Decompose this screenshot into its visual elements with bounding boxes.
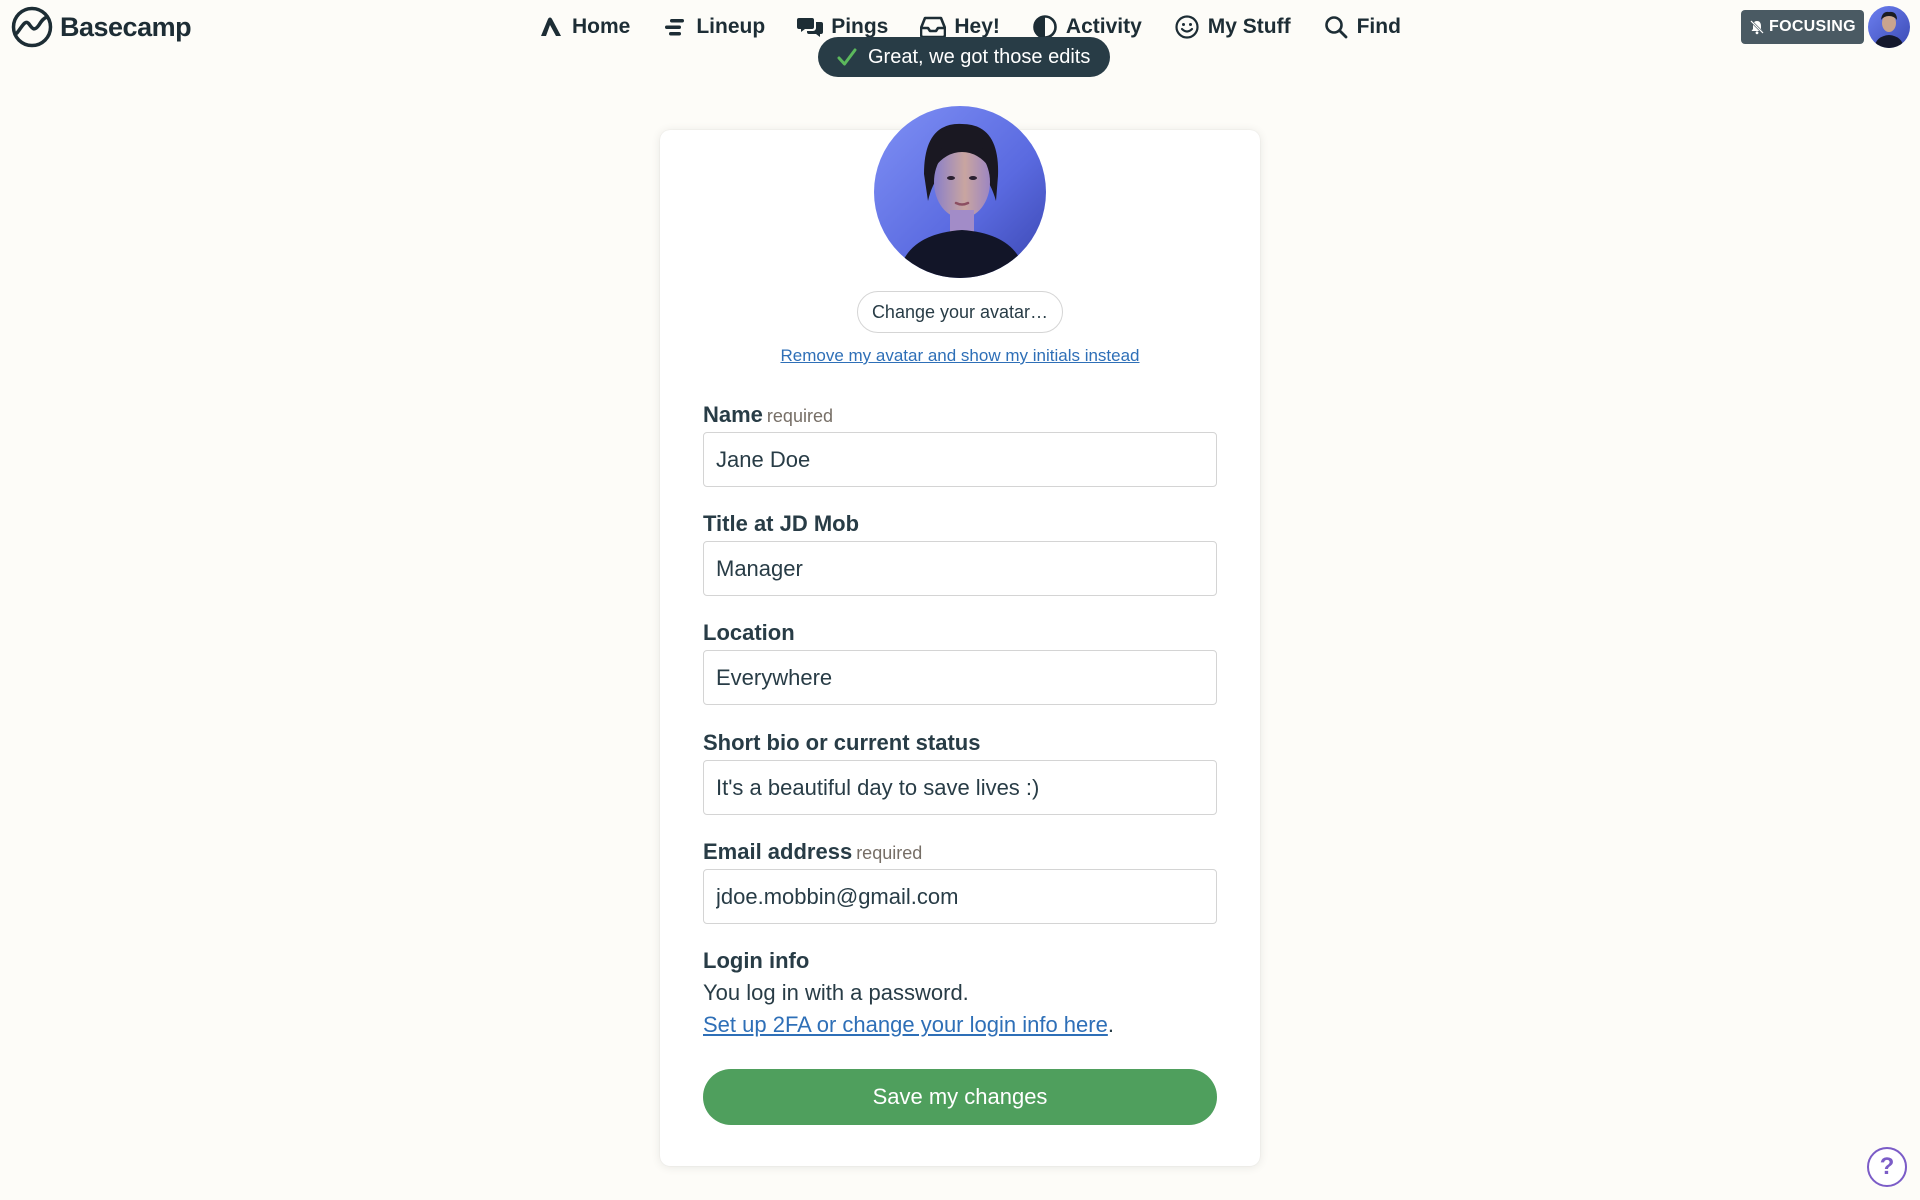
flash-message: Great, we got those edits — [868, 45, 1091, 68]
name-required-hint: required — [766, 406, 833, 426]
bio-label: Short bio or current status — [703, 730, 980, 756]
name-label: Name required — [703, 402, 833, 428]
login-info-link-line: Set up 2FA or change your login info her… — [703, 1012, 1114, 1038]
profile-avatar — [874, 106, 1046, 278]
location-field[interactable] — [703, 650, 1217, 705]
app-name: Basecamp — [60, 11, 192, 42]
change-avatar-button[interactable]: Change your avatar… — [857, 291, 1063, 333]
checkmark-icon — [837, 48, 857, 66]
user-avatar[interactable] — [1868, 6, 1910, 48]
nav-lineup-label: Lineup — [696, 15, 766, 38]
pings-icon — [797, 18, 824, 37]
help-button[interactable]: ? — [1867, 1147, 1907, 1187]
save-button[interactable]: Save my changes — [703, 1069, 1217, 1125]
login-settings-link[interactable]: Set up 2FA or change your login info her… — [703, 1012, 1108, 1037]
bio-label-text: Short bio or current status — [703, 730, 981, 755]
user-avatar-image — [1868, 6, 1910, 48]
focusing-label: FOCUSING — [1769, 18, 1856, 35]
login-info-heading: Login info — [703, 948, 810, 973]
nav-activity-label: Activity — [1065, 15, 1142, 38]
login-info-text: You log in with a password. — [703, 980, 969, 1005]
title-field[interactable] — [703, 541, 1217, 596]
bio-field[interactable] — [703, 760, 1217, 815]
nav-find[interactable]: Find — [1323, 14, 1401, 40]
location-label-text: Location — [703, 620, 795, 645]
focusing-button[interactable]: FOCUSING — [1741, 10, 1864, 44]
remove-avatar-link[interactable]: Remove my avatar and show my initials in… — [660, 346, 1260, 366]
email-required-hint: required — [856, 843, 923, 863]
nav-home-label: Home — [572, 15, 631, 38]
nav-find-label: Find — [1356, 15, 1401, 38]
basecamp-logo-icon — [11, 6, 53, 48]
bell-off-icon — [1750, 20, 1764, 35]
email-label: Email address required — [703, 839, 922, 865]
name-field[interactable] — [703, 432, 1217, 487]
name-label-text: Name — [703, 402, 763, 427]
nav-pings-label: Pings — [831, 15, 889, 38]
title-label-text: Title at JD Mob — [703, 511, 860, 536]
email-field[interactable] — [703, 869, 1217, 924]
nav-hey-label: Hey! — [954, 15, 1000, 38]
location-label: Location — [703, 620, 795, 646]
home-icon — [541, 17, 561, 36]
lineup-icon — [665, 19, 685, 36]
title-label: Title at JD Mob — [703, 511, 859, 537]
email-label-text: Email address — [703, 839, 853, 864]
flash-notice: Great, we got those edits — [818, 37, 1111, 77]
my-stuff-icon — [1175, 15, 1199, 39]
profile-card — [660, 130, 1260, 1166]
login-link-trailing: . — [1107, 1012, 1114, 1037]
nav-my-stuff[interactable]: My Stuff — [1174, 14, 1291, 40]
nav-lineup[interactable]: Lineup — [662, 14, 765, 40]
basecamp-logo[interactable]: Basecamp — [10, 6, 192, 48]
nav-my-stuff-label: My Stuff — [1207, 15, 1291, 38]
profile-avatar-image — [874, 106, 1046, 278]
nav-home[interactable]: Home — [538, 14, 630, 40]
help-icon: ? — [1879, 1153, 1895, 1180]
search-icon — [1324, 16, 1347, 39]
